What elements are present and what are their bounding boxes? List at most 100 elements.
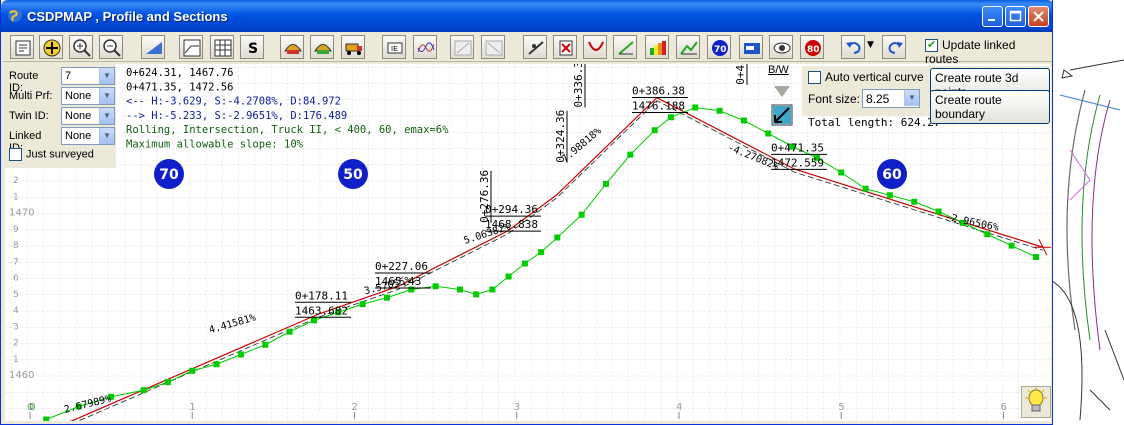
twin-id-select[interactable]: None ▼ bbox=[61, 107, 115, 125]
profile-plot[interactable]: 0 1 2 3 4 5 614601470123456789120 2.67989%4.415… bbox=[5, 64, 1051, 421]
x-tick-label: 6 bbox=[1001, 402, 1007, 413]
redo-button[interactable] bbox=[882, 35, 906, 59]
ground-point bbox=[213, 361, 220, 368]
car-view-button[interactable] bbox=[280, 35, 304, 59]
ground-point bbox=[716, 107, 723, 114]
chevron-down-icon[interactable]: ▼ bbox=[99, 88, 114, 104]
multi-prf-label: Multi Prf: bbox=[9, 90, 53, 102]
slope-icon bbox=[528, 41, 544, 55]
grid-button[interactable] bbox=[210, 35, 234, 59]
undo-dropdown-arrow[interactable]: ▼ bbox=[867, 40, 874, 50]
vertical-station-label: 0+276.36 bbox=[478, 170, 491, 223]
maximize-button[interactable] bbox=[1005, 6, 1026, 27]
route-b-button[interactable] bbox=[481, 35, 505, 59]
curve-button[interactable] bbox=[583, 35, 607, 59]
ground-point bbox=[521, 260, 528, 267]
truck-speed-button[interactable] bbox=[739, 35, 763, 59]
elevation-label: 1465.43 bbox=[375, 275, 421, 288]
add-point-button[interactable] bbox=[39, 35, 63, 59]
bw-label[interactable]: B/W bbox=[768, 64, 789, 76]
ground-point bbox=[456, 286, 463, 293]
close-button[interactable] bbox=[1028, 6, 1049, 27]
wave-button[interactable] bbox=[413, 35, 437, 59]
route-b-icon bbox=[485, 40, 503, 56]
hint-button[interactable] bbox=[1021, 386, 1051, 418]
car-view-icon bbox=[284, 44, 302, 54]
color-scale-icon bbox=[650, 41, 666, 55]
s-button[interactable]: S bbox=[240, 35, 264, 59]
update-linked-checkmark[interactable] bbox=[925, 38, 938, 53]
route-id-select[interactable]: 7 ▼ bbox=[61, 67, 115, 85]
undo-icon bbox=[846, 42, 861, 54]
stop-button[interactable]: 80 bbox=[800, 35, 824, 59]
station-label: 0+178.11 bbox=[295, 289, 348, 302]
auto-vertical-curve-checkbox[interactable]: Auto vertical curve bbox=[808, 70, 924, 85]
update-linked-routes-checkbox[interactable]: Update linked routes bbox=[925, 38, 1052, 66]
chevron-down-icon[interactable]: ▼ bbox=[904, 90, 919, 106]
chevron-down-icon[interactable]: ▼ bbox=[99, 108, 114, 124]
total-length-label: Total length: 624.27 bbox=[808, 116, 940, 129]
ground-point bbox=[554, 234, 561, 241]
x-tick-label: 1 bbox=[189, 402, 195, 413]
info-line: Rolling, Intersection, Truck II, < 400, … bbox=[126, 124, 449, 136]
minimize-button[interactable] bbox=[982, 6, 1003, 27]
title-bar[interactable]: CSDPMAP , Profile and Sections bbox=[1, 0, 1052, 32]
ground-point bbox=[43, 416, 50, 421]
slope-button[interactable] bbox=[523, 35, 547, 59]
speed-70-button[interactable]: 70 bbox=[707, 35, 731, 59]
properties-button[interactable] bbox=[10, 35, 34, 59]
create-route-boundary-button[interactable]: Create route boundary bbox=[930, 90, 1050, 124]
label-button[interactable]: IE bbox=[382, 35, 406, 59]
zoom-in-button[interactable] bbox=[69, 35, 93, 59]
multi-prf-select[interactable]: None ▼ bbox=[61, 87, 115, 105]
vertical-station-label: 0+324.36 bbox=[554, 110, 567, 163]
delete-x-button[interactable] bbox=[553, 35, 577, 59]
auto-vertical-curve-box[interactable] bbox=[808, 71, 821, 85]
svg-text:70: 70 bbox=[714, 45, 727, 55]
vertical-station-label: 0+436.38 bbox=[734, 64, 747, 85]
info-line: Maximum allowable slope: 10% bbox=[126, 139, 304, 151]
font-size-select[interactable]: 8.25 ▼ bbox=[862, 89, 920, 108]
ground-point bbox=[489, 286, 496, 293]
y-tick-label: 1470 bbox=[9, 208, 34, 219]
ground-point bbox=[838, 169, 845, 176]
ground-point bbox=[886, 192, 893, 199]
station-label: 0+227.06 bbox=[375, 260, 428, 273]
x-tick-label: 5 bbox=[838, 402, 844, 413]
elevation-label: 1463.682 bbox=[295, 304, 348, 317]
eye-button[interactable] bbox=[769, 35, 793, 59]
linked-id-select[interactable]: None ▼ bbox=[61, 127, 115, 145]
properties-icon bbox=[15, 40, 31, 56]
chevron-down-icon[interactable]: ▼ bbox=[99, 68, 114, 84]
truck-icon bbox=[345, 43, 362, 55]
route-a-button[interactable] bbox=[450, 35, 474, 59]
color-swatch-icon[interactable] bbox=[771, 104, 793, 126]
background-map bbox=[1050, 0, 1124, 425]
ground-point bbox=[984, 231, 991, 238]
profile-button[interactable] bbox=[676, 35, 700, 59]
y-minor-label: 1 bbox=[13, 355, 19, 365]
elevation-label: 1476.188 bbox=[632, 100, 685, 113]
car-view2-button[interactable] bbox=[310, 35, 334, 59]
grade-button[interactable] bbox=[613, 35, 637, 59]
color-scale-button[interactable] bbox=[645, 35, 669, 59]
just-surveyed-checkbox[interactable] bbox=[9, 148, 22, 161]
zoom-out-button[interactable] bbox=[99, 35, 123, 59]
update-linked-label: Update linked routes bbox=[925, 38, 1016, 67]
triangle-down-icon[interactable] bbox=[771, 82, 793, 100]
ruler-button[interactable] bbox=[141, 35, 165, 59]
truck-button[interactable] bbox=[341, 35, 365, 59]
speed-badge-label: 60 bbox=[882, 167, 902, 183]
ground-point bbox=[765, 130, 772, 137]
ground-point bbox=[505, 273, 512, 280]
section-button[interactable] bbox=[179, 35, 203, 59]
x-tick-label: 2 bbox=[352, 402, 358, 413]
minimize-icon bbox=[988, 19, 995, 21]
chevron-down-icon[interactable]: ▼ bbox=[99, 128, 114, 144]
undo-button[interactable] bbox=[841, 35, 865, 59]
y-minor-label: 7 bbox=[13, 257, 19, 267]
add-point-icon bbox=[43, 39, 61, 57]
ground-point bbox=[1008, 242, 1015, 249]
route-panel: Route ID: 7 ▼ Multi Prf: None ▼ Twin ID: N… bbox=[5, 64, 116, 168]
ground-point bbox=[310, 317, 317, 324]
